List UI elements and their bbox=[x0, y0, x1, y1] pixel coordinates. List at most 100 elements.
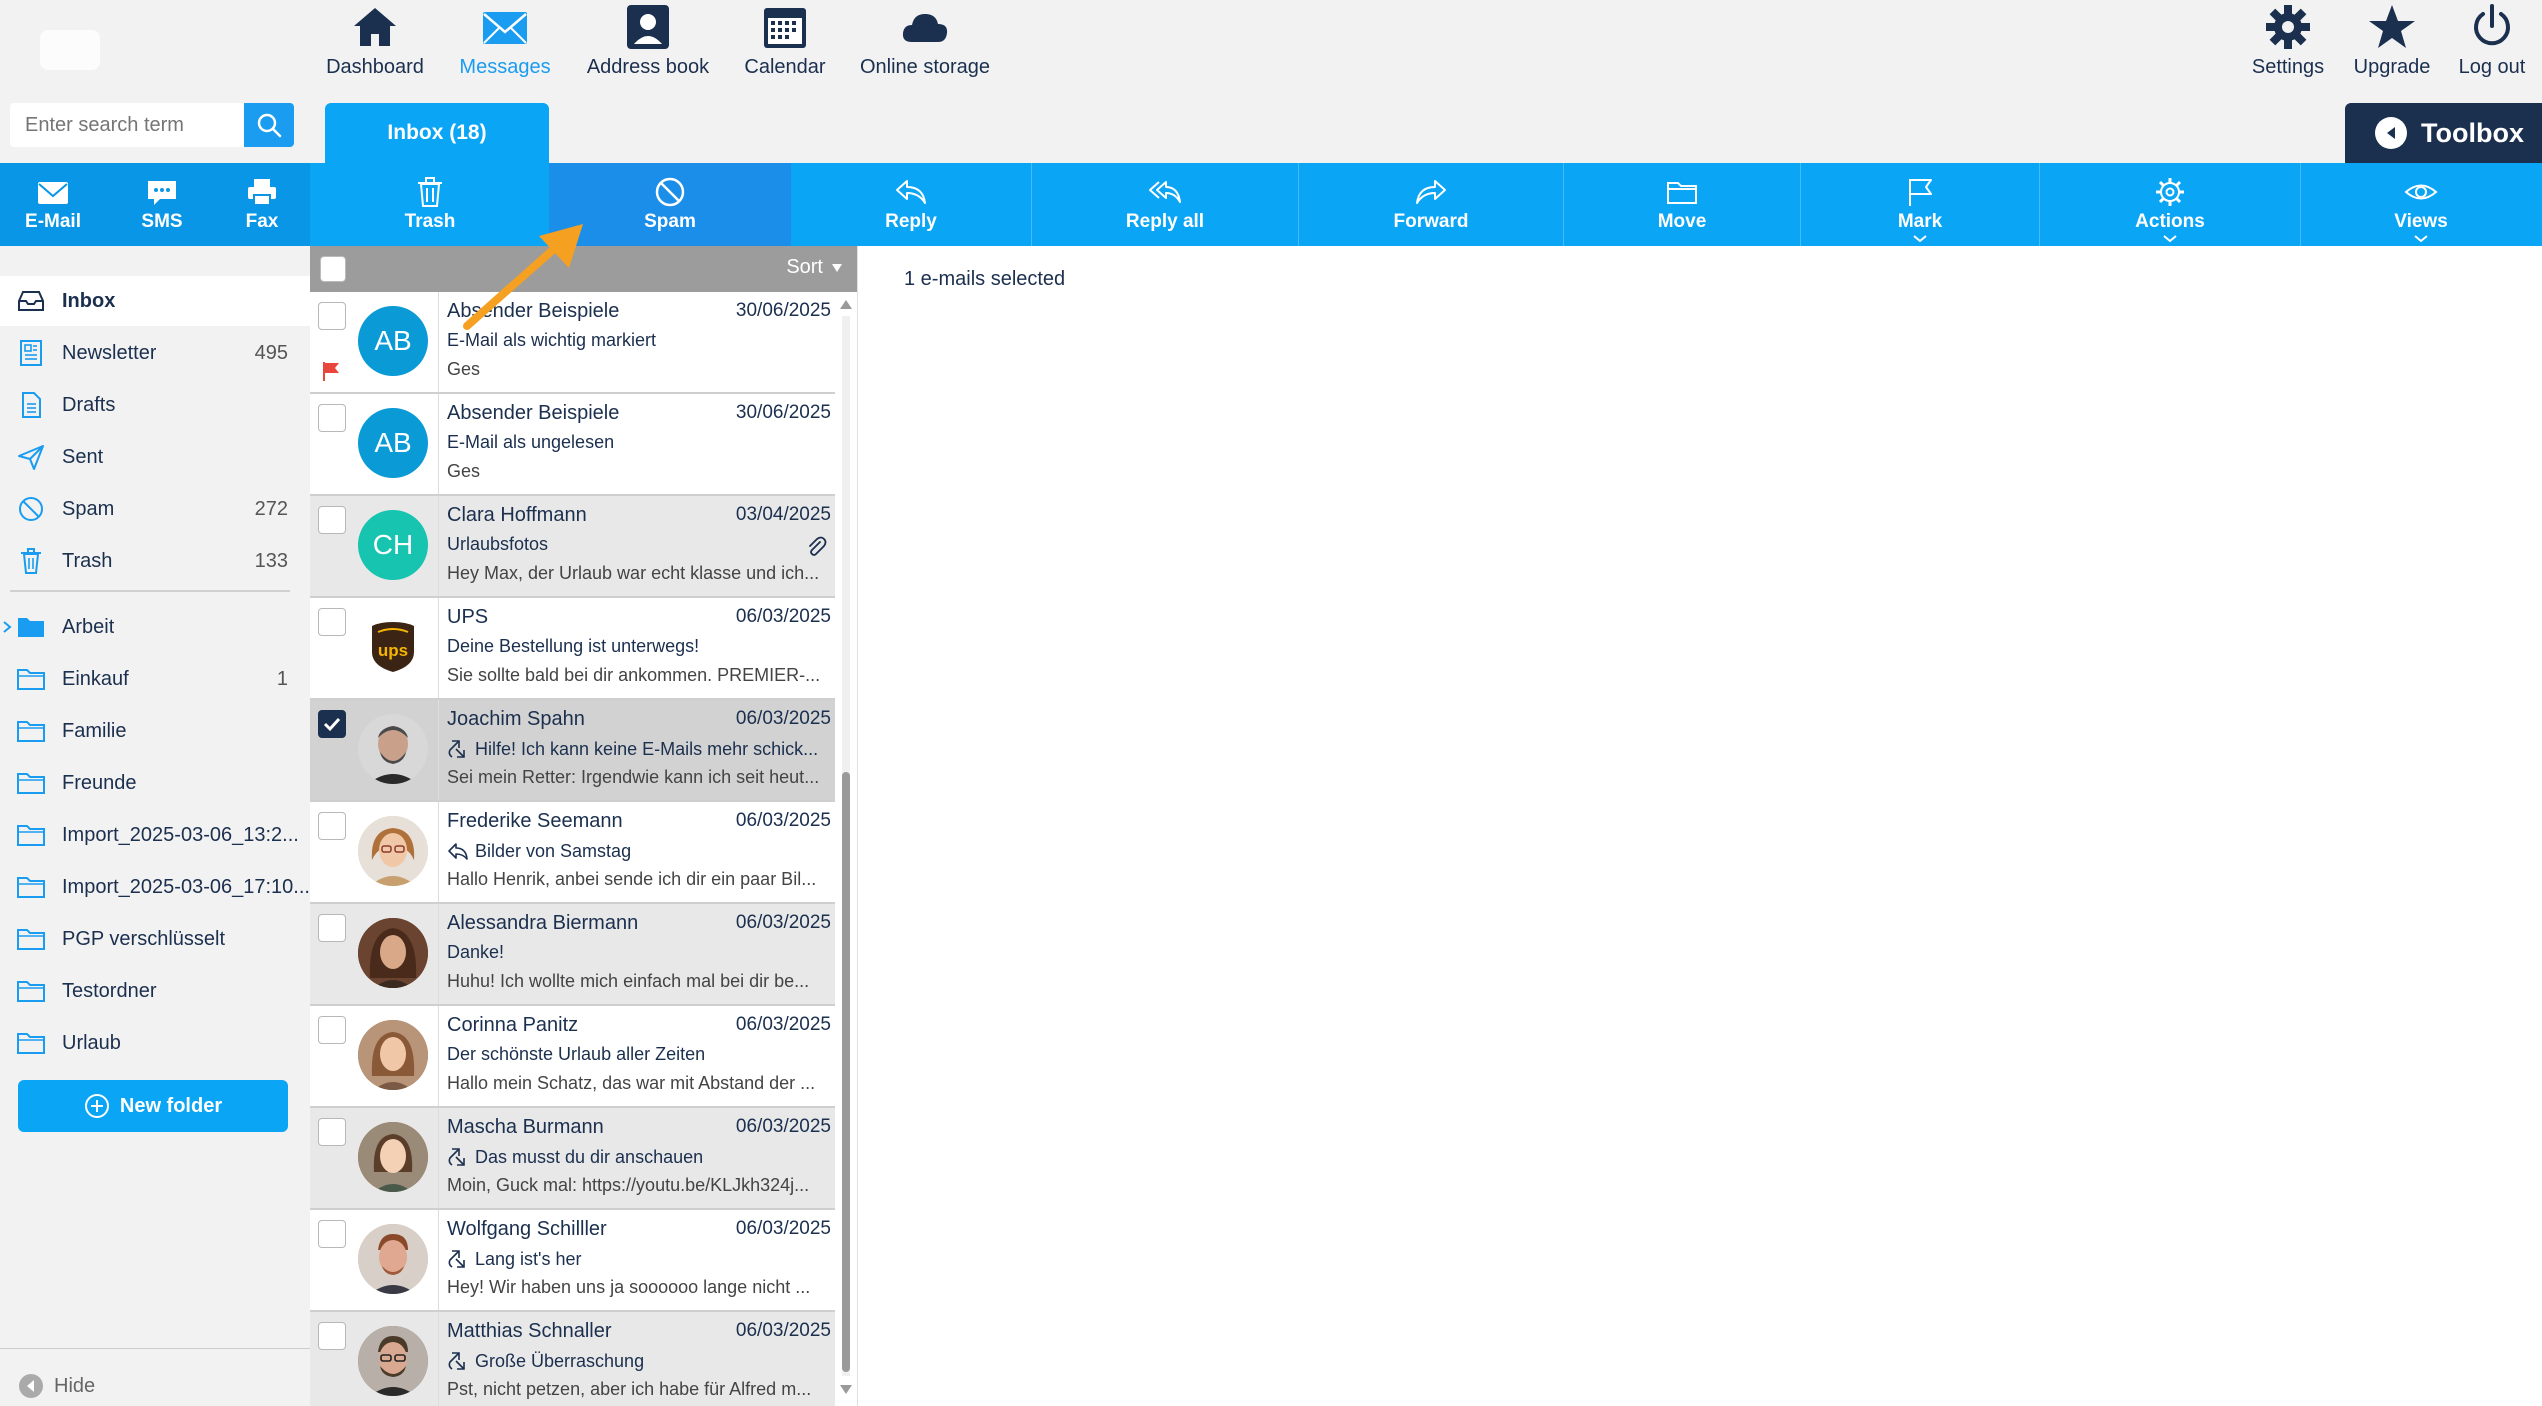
folder-arbeit[interactable]: Arbeit bbox=[0, 602, 310, 652]
avatar-photo bbox=[358, 816, 428, 886]
reply-button[interactable]: Reply bbox=[791, 163, 1031, 246]
message-content: Corinna Panitz 06/03/2025 Der schönste U… bbox=[438, 1006, 835, 1106]
folder-name: Testordner bbox=[62, 979, 157, 1002]
avatar-photo bbox=[358, 918, 428, 988]
search-input[interactable] bbox=[10, 103, 244, 147]
folder-inbox[interactable]: Inbox bbox=[0, 276, 310, 326]
new-folder-button[interactable]: New folder bbox=[18, 1080, 288, 1132]
message-row[interactable]: CH Clara Hoffmann 03/04/2025 Urlaubsfoto… bbox=[310, 496, 835, 596]
message-row[interactable]: Joachim Spahn 06/03/2025 Hilfe! Ich kann… bbox=[310, 700, 835, 800]
select-all-checkbox[interactable] bbox=[320, 256, 346, 282]
nav-calendar[interactable]: Calendar bbox=[735, 0, 835, 85]
message-row[interactable]: Corinna Panitz 06/03/2025 Der schönste U… bbox=[310, 1006, 835, 1106]
message-sender: Joachim Spahn bbox=[447, 708, 585, 730]
folder-import-1[interactable]: Import_2025-03-06_13:2... bbox=[0, 810, 310, 860]
nav-upgrade[interactable]: Upgrade bbox=[2350, 0, 2434, 85]
nav-label: Address book bbox=[586, 56, 710, 78]
message-checkbox[interactable] bbox=[318, 404, 346, 432]
message-checkbox[interactable] bbox=[318, 1322, 346, 1350]
message-checkbox[interactable] bbox=[318, 1118, 346, 1146]
message-checkbox[interactable] bbox=[318, 1016, 346, 1044]
folder-familie[interactable]: Familie bbox=[0, 706, 310, 756]
forward-button[interactable]: Forward bbox=[1299, 163, 1563, 246]
folder-newsletter[interactable]: Newsletter 495 bbox=[0, 328, 310, 378]
message-sender: Absender Beispiele bbox=[447, 402, 620, 424]
mark-button[interactable]: Mark bbox=[1801, 163, 2039, 246]
forward-icon bbox=[1416, 180, 1446, 204]
message-checkbox[interactable] bbox=[318, 506, 346, 534]
action-label: Views bbox=[2394, 211, 2448, 232]
search-button[interactable] bbox=[244, 103, 294, 147]
folder-sent[interactable]: Sent bbox=[0, 432, 310, 482]
list-scrollbar[interactable] bbox=[838, 292, 854, 1406]
folder-freunde[interactable]: Freunde bbox=[0, 758, 310, 808]
message-checkbox[interactable] bbox=[318, 608, 346, 636]
calendar-icon bbox=[764, 8, 806, 48]
nav-address-book[interactable]: Address book bbox=[578, 0, 718, 85]
message-preview: Huhu! Ich wollte mich einfach mal bei di… bbox=[447, 971, 810, 991]
power-icon bbox=[2474, 4, 2510, 46]
nav-dashboard[interactable]: Dashboard bbox=[320, 0, 430, 85]
message-date: 06/03/2025 bbox=[735, 606, 831, 627]
nav-logout[interactable]: Log out bbox=[2450, 0, 2534, 85]
message-preview: Sie sollte bald bei dir ankommen. PREMIE… bbox=[447, 665, 821, 685]
message-row[interactable]: AB Absender Beispiele 30/06/2025 E-Mail … bbox=[310, 394, 835, 494]
views-button[interactable]: Views bbox=[2301, 163, 2541, 246]
action-toolbar: E-Mail SMS Fax Trash Spam Reply Reply al… bbox=[0, 163, 2542, 246]
folder-spam[interactable]: Spam 272 bbox=[0, 484, 310, 534]
toolbox-button[interactable]: Toolbox bbox=[2345, 103, 2542, 163]
folder-icon bbox=[1667, 182, 1697, 204]
message-subject: Das musst du dir anschauen bbox=[447, 1146, 703, 1168]
chevron-right-icon[interactable] bbox=[2, 620, 12, 634]
message-checkbox[interactable] bbox=[318, 710, 346, 738]
message-row[interactable]: Frederike Seemann 06/03/2025 Bilder von … bbox=[310, 802, 835, 902]
folder-testordner[interactable]: Testordner bbox=[0, 966, 310, 1016]
message-row[interactable]: ups UPS 06/03/2025 Deine Bestellung ist … bbox=[310, 598, 835, 698]
scroll-up-arrow-icon[interactable] bbox=[839, 298, 853, 310]
message-date: 06/03/2025 bbox=[735, 912, 831, 933]
nav-settings[interactable]: Settings bbox=[2248, 0, 2328, 85]
message-content: Alessandra Biermann 06/03/2025 Danke! Hu… bbox=[438, 904, 835, 1004]
folder-count: 272 bbox=[254, 497, 288, 520]
nav-online-storage[interactable]: Online storage bbox=[855, 0, 995, 85]
message-checkbox[interactable] bbox=[318, 1220, 346, 1248]
message-checkbox[interactable] bbox=[318, 812, 346, 840]
sort-button[interactable]: Sort bbox=[786, 256, 843, 279]
move-button[interactable]: Move bbox=[1564, 163, 1800, 246]
action-label: Move bbox=[1657, 211, 1707, 232]
compose-sms-button[interactable]: SMS bbox=[112, 163, 212, 246]
printer-icon bbox=[248, 179, 276, 206]
compose-email-button[interactable]: E-Mail bbox=[0, 163, 106, 246]
nav-messages[interactable]: Messages bbox=[450, 0, 560, 85]
message-checkbox[interactable] bbox=[318, 302, 346, 330]
nav-label: Messages bbox=[459, 56, 551, 78]
message-row[interactable]: Mascha Burmann 06/03/2025 Das musst du d… bbox=[310, 1108, 835, 1208]
folder-pgp[interactable]: PGP verschlüsselt bbox=[0, 914, 310, 964]
compose-fax-button[interactable]: Fax bbox=[212, 163, 312, 246]
message-row[interactable]: Matthias Schnaller 06/03/2025 Große Über… bbox=[310, 1312, 835, 1406]
scroll-thumb[interactable] bbox=[842, 772, 850, 1372]
avatar: CH bbox=[358, 510, 428, 580]
message-content: Wolfgang Schilller 06/03/2025 Lang ist's… bbox=[438, 1210, 835, 1310]
message-date: 30/06/2025 bbox=[735, 402, 831, 423]
message-preview: Hey Max, der Urlaub war echt klasse und … bbox=[447, 563, 820, 583]
folder-drafts[interactable]: Drafts bbox=[0, 380, 310, 430]
message-row[interactable]: Alessandra Biermann 06/03/2025 Danke! Hu… bbox=[310, 904, 835, 1004]
tab-inbox[interactable]: Inbox (18) bbox=[325, 103, 549, 163]
reply-all-button[interactable]: Reply all bbox=[1032, 163, 1298, 246]
folder-filled-icon bbox=[18, 618, 44, 637]
hide-sidebar-button[interactable]: Hide bbox=[18, 1366, 95, 1406]
chat-bubble-icon bbox=[148, 181, 176, 205]
actions-button[interactable]: Actions bbox=[2040, 163, 2300, 246]
scroll-down-arrow-icon[interactable] bbox=[839, 1384, 853, 1396]
folder-einkauf[interactable]: Einkauf 1 bbox=[0, 654, 310, 704]
message-row[interactable]: Wolfgang Schilller 06/03/2025 Lang ist's… bbox=[310, 1210, 835, 1310]
folder-count: 133 bbox=[254, 549, 288, 572]
folder-trash[interactable]: Trash 133 bbox=[0, 536, 310, 586]
message-sender: Alessandra Biermann bbox=[447, 912, 639, 934]
message-date: 30/06/2025 bbox=[735, 300, 831, 321]
folder-import-2[interactable]: Import_2025-03-06_17:10... bbox=[0, 862, 310, 912]
folder-urlaub[interactable]: Urlaub bbox=[0, 1018, 310, 1068]
message-checkbox[interactable] bbox=[318, 914, 346, 942]
message-content: Absender Beispiele 30/06/2025 E-Mail als… bbox=[438, 394, 835, 494]
